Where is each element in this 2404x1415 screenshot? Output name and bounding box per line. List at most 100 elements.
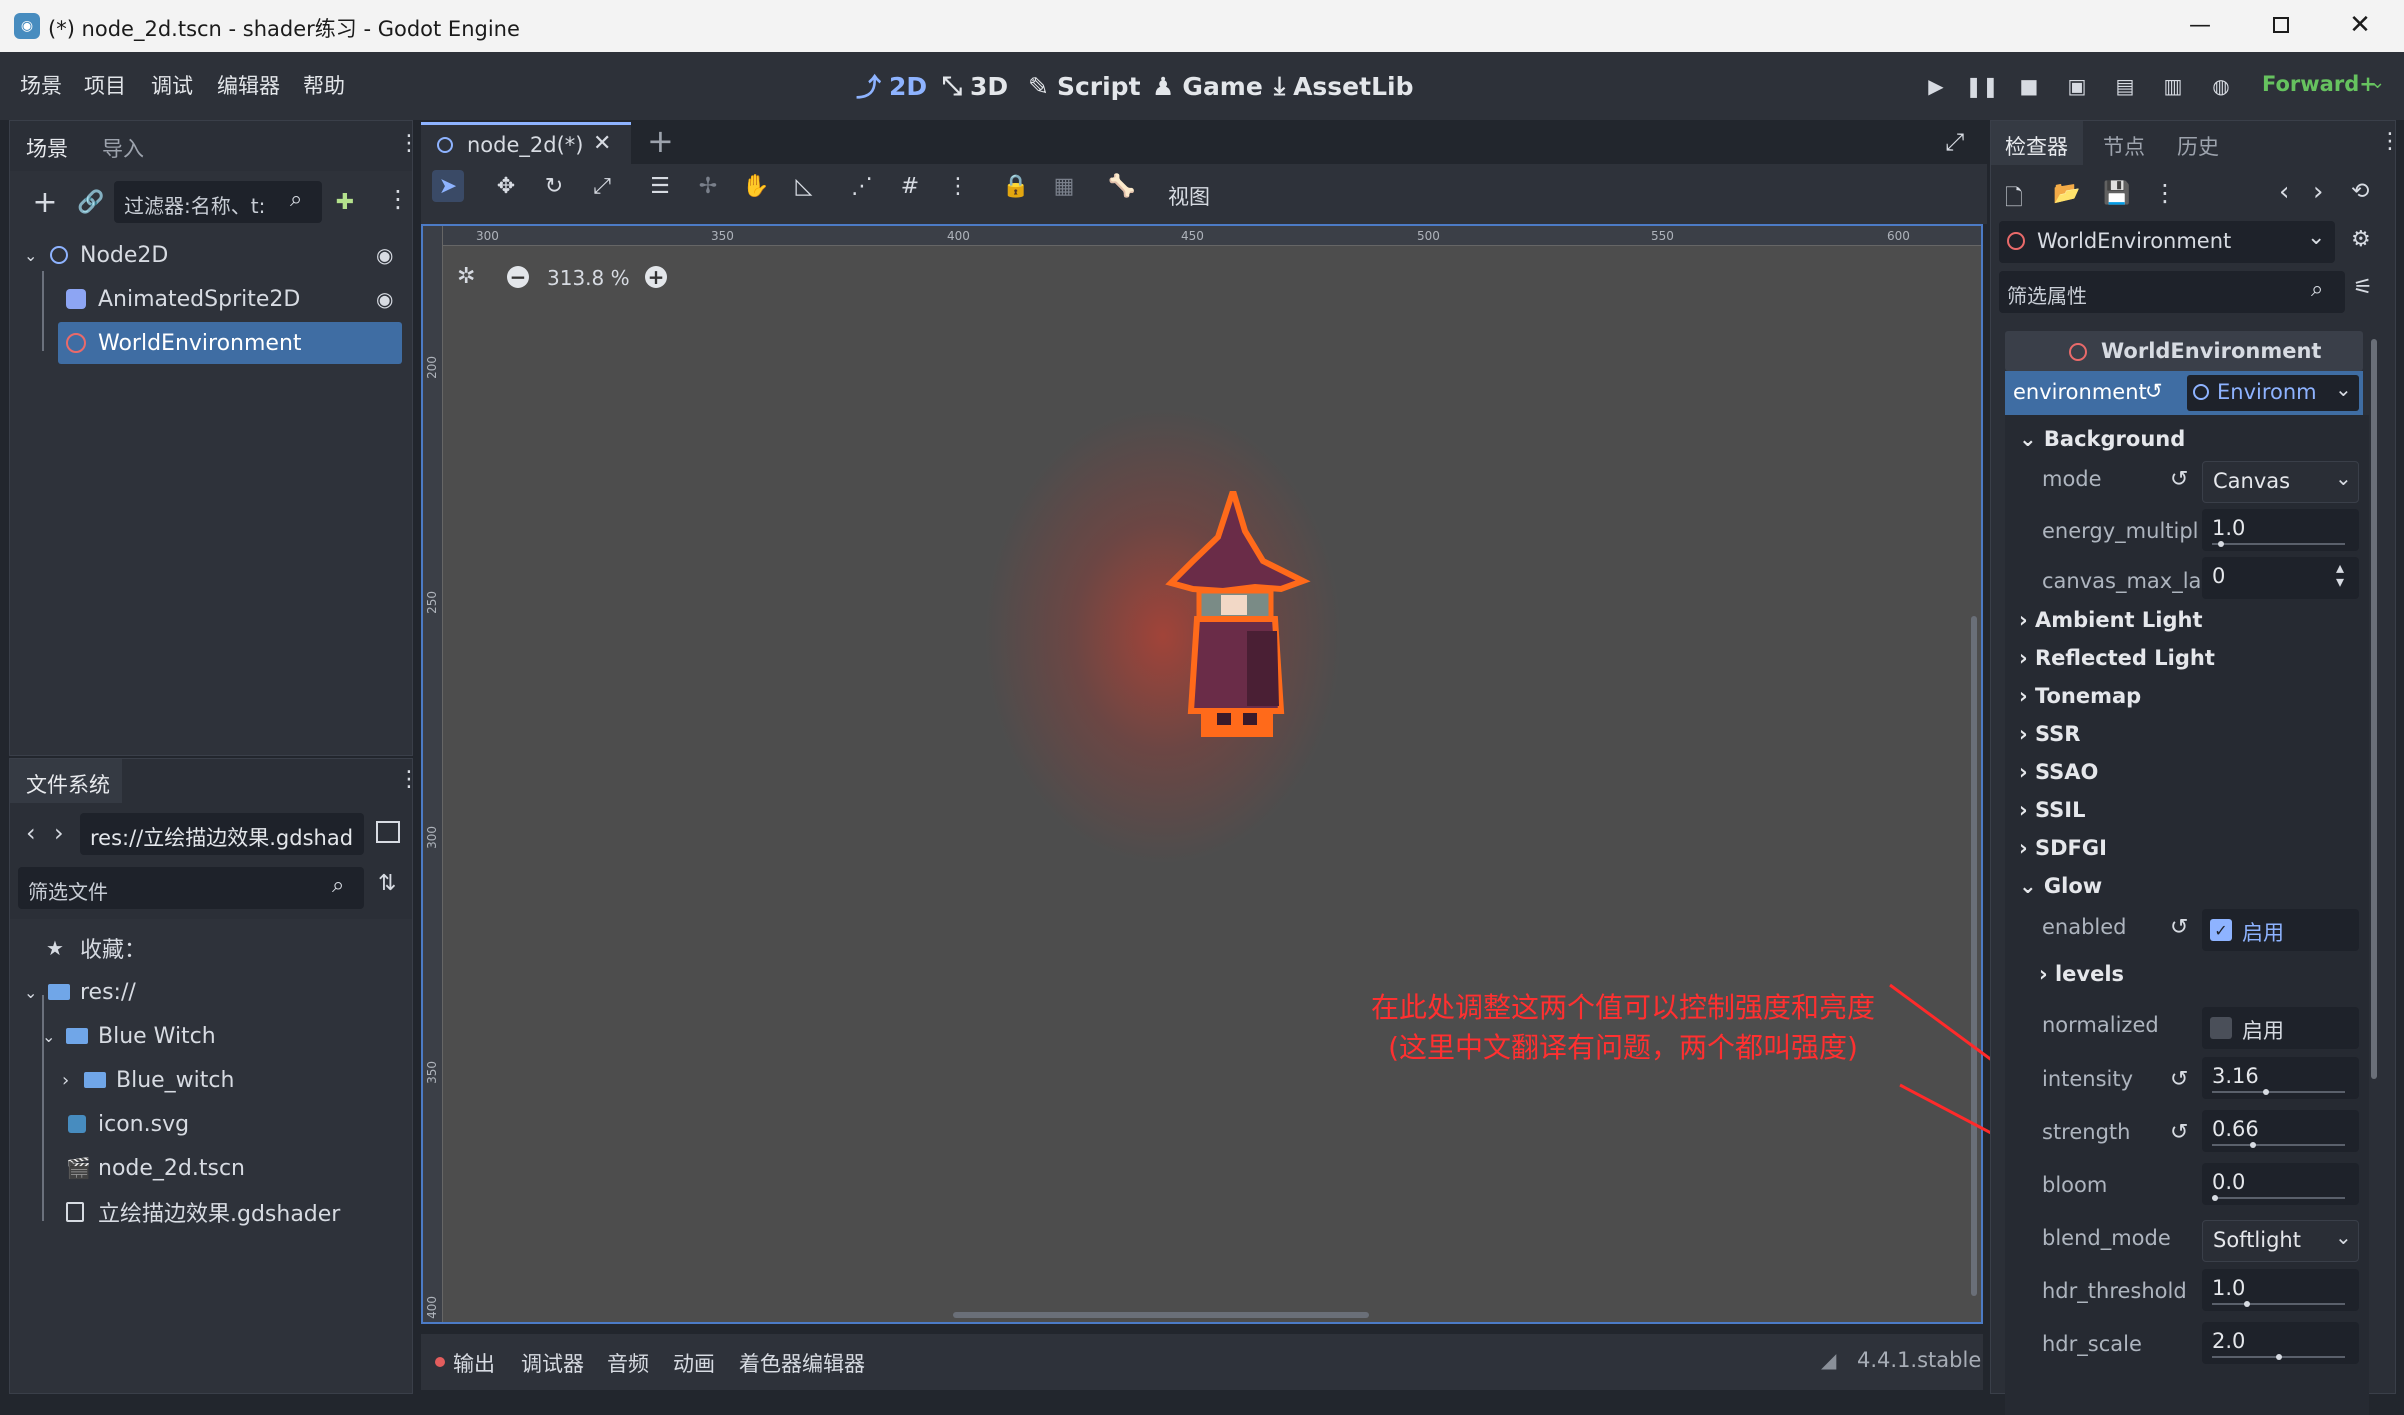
open-folder-icon[interactable]: 📂 bbox=[2053, 181, 2080, 206]
tab-history[interactable]: 历史 bbox=[2177, 131, 2219, 161]
split-view-icon[interactable] bbox=[376, 821, 400, 843]
remote-debug-icon[interactable]: ▣ bbox=[2061, 70, 2093, 102]
center-view-icon[interactable]: ✲ bbox=[457, 264, 475, 289]
workspace-assetlib-button[interactable]: ⤓ AssetLib bbox=[1274, 66, 1413, 106]
tab-debugger[interactable]: 调试器 bbox=[521, 1348, 584, 1378]
dock-menu-icon[interactable]: ⋮ bbox=[398, 131, 420, 156]
slider-handle[interactable] bbox=[2212, 1195, 2218, 1201]
checkbox-checked-icon[interactable]: ✓ bbox=[2210, 919, 2232, 941]
scene-menu-icon[interactable]: ⋮ bbox=[386, 185, 410, 213]
more-icon[interactable]: ⋮ bbox=[2153, 179, 2177, 207]
tab-animation[interactable]: 动画 bbox=[673, 1348, 715, 1378]
close-tab-icon[interactable]: ✕ bbox=[593, 131, 611, 156]
filter-settings-icon[interactable]: ⚟ bbox=[2353, 275, 2373, 300]
folder-blue-witch-row[interactable]: ⌄ Blue Witch bbox=[10, 1015, 410, 1057]
strength-slider-field[interactable]: 0.66 bbox=[2202, 1110, 2359, 1152]
select-tool-icon[interactable]: ➤ bbox=[432, 170, 464, 202]
file-filter-input[interactable]: 筛选文件 ⌕ bbox=[18, 867, 364, 909]
new-resource-icon[interactable]: 🗋 bbox=[2005, 181, 2023, 219]
intensity-slider-field[interactable]: 3.16 bbox=[2202, 1057, 2359, 1099]
workspace-script-button[interactable]: ✎ Script bbox=[1028, 66, 1141, 106]
bloom-slider-field[interactable]: 0.0 bbox=[2202, 1163, 2359, 1205]
play-icon[interactable]: ▶ bbox=[1920, 70, 1952, 102]
list-select-icon[interactable]: ☰ bbox=[644, 170, 676, 202]
rotate-tool-icon[interactable]: ↻ bbox=[538, 170, 570, 202]
menu-project[interactable]: 项目 bbox=[84, 70, 126, 100]
workspace-game-button[interactable]: ♟ Game bbox=[1152, 66, 1263, 106]
canvas-max-layer-spinbox[interactable]: 0 ▴ ▾ bbox=[2202, 557, 2359, 599]
zoom-level[interactable]: 313.8 % bbox=[547, 266, 630, 290]
file-gdshader-row[interactable]: 立绘描边效果.gdshader bbox=[10, 1191, 410, 1233]
zoom-in-icon[interactable]: + bbox=[645, 265, 667, 289]
workspace-2d-button[interactable]: ⤴ 2D bbox=[856, 66, 927, 106]
witch-sprite[interactable] bbox=[1163, 491, 1313, 751]
mode-select[interactable]: Canvas ⌄ bbox=[2202, 461, 2359, 503]
history-forward-icon[interactable]: › bbox=[2313, 177, 2323, 207]
smart-snap-icon[interactable]: ⋰ bbox=[846, 170, 878, 202]
tab-filesystem[interactable]: 文件系统 bbox=[26, 769, 110, 799]
stop-icon[interactable]: ■ bbox=[2013, 70, 2045, 102]
horizontal-scrollbar[interactable] bbox=[953, 1312, 1369, 1318]
play-custom-icon[interactable]: ▥ bbox=[2157, 70, 2189, 102]
environment-resource-field[interactable]: Environm ⌄ bbox=[2187, 375, 2359, 411]
reset-icon[interactable]: ↺ bbox=[2170, 1067, 2188, 1092]
property-filter-input[interactable]: 筛选属性 ⌕ bbox=[1999, 271, 2345, 313]
tab-inspector[interactable]: 检查器 bbox=[2005, 131, 2068, 161]
minimize-icon[interactable]: — bbox=[2185, 10, 2215, 40]
menu-help[interactable]: 帮助 bbox=[303, 70, 345, 100]
section-glow[interactable]: ⌄ Glow bbox=[2019, 874, 2102, 898]
group-icon[interactable]: ▦ bbox=[1048, 170, 1080, 202]
ruler-tool-icon[interactable]: ◺ bbox=[788, 170, 820, 202]
scene-tab[interactable]: node_2d(*) ✕ bbox=[421, 122, 631, 164]
checkbox-unchecked-icon[interactable] bbox=[2210, 1017, 2232, 1039]
favorites-row[interactable]: ★ 收藏： bbox=[10, 927, 410, 969]
file-node2d-tscn-row[interactable]: 🎬 node_2d.tscn bbox=[10, 1147, 410, 1189]
dock-menu-icon[interactable]: ⋮ bbox=[2379, 129, 2401, 154]
menu-scene[interactable]: 场景 bbox=[20, 70, 62, 100]
path-input[interactable]: res://立绘描边效果.gdshad bbox=[80, 813, 364, 855]
scale-tool-icon[interactable]: ⤢ bbox=[586, 170, 618, 202]
slider-handle[interactable] bbox=[2275, 1354, 2282, 1360]
history-back-icon[interactable]: ‹ bbox=[2279, 177, 2289, 207]
visibility-eye-icon[interactable]: ◉ bbox=[376, 243, 393, 267]
close-icon[interactable]: ✕ bbox=[2345, 10, 2375, 40]
distraction-free-icon[interactable]: ⤢ bbox=[1945, 128, 1964, 156]
energy-slider-field[interactable]: 1.0 bbox=[2202, 509, 2359, 551]
slider-handle[interactable] bbox=[2250, 1142, 2257, 1148]
back-arrow-icon[interactable]: ‹ bbox=[26, 819, 36, 847]
section-sdfgi[interactable]: › SDFGI bbox=[2019, 836, 2107, 860]
viewport-2d[interactable]: 300 350 400 450 500 550 600 200 250 300 … bbox=[421, 224, 1983, 1324]
collapse-arrow-icon[interactable]: ⌄ bbox=[24, 246, 37, 265]
section-ambient-light[interactable]: › Ambient Light bbox=[2019, 608, 2202, 632]
add-tab-icon[interactable]: + bbox=[647, 122, 674, 160]
normalized-checkbox[interactable]: 启用 bbox=[2202, 1007, 2359, 1049]
scene-filter-input[interactable]: 过滤器:名称、t: ⌕ bbox=[114, 181, 322, 223]
pivot-tool-icon[interactable]: ✢ bbox=[692, 170, 724, 202]
slider-handle[interactable] bbox=[2262, 1089, 2269, 1095]
pause-icon[interactable]: ❚❚ bbox=[1965, 70, 1999, 102]
move-tool-icon[interactable]: ✥ bbox=[490, 170, 522, 202]
tab-import[interactable]: 导入 bbox=[102, 133, 144, 163]
tab-shader-editor[interactable]: 着色器编辑器 bbox=[739, 1348, 865, 1378]
inspector-scrollbar[interactable] bbox=[2371, 339, 2377, 1079]
play-scene-icon[interactable]: ▤ bbox=[2109, 70, 2141, 102]
folder-blue-witch-sub-row[interactable]: › Blue_witch bbox=[10, 1059, 410, 1101]
tree-item-worldenvironment[interactable]: WorldEnvironment bbox=[58, 322, 402, 364]
snap-options-icon[interactable]: ⋮ bbox=[942, 170, 974, 202]
link-icon[interactable]: 🔗 bbox=[74, 185, 108, 219]
menu-debug[interactable]: 调试 bbox=[151, 70, 193, 100]
view-menu[interactable]: 视图 bbox=[1168, 181, 1210, 211]
grid-snap-icon[interactable]: # bbox=[894, 170, 926, 202]
object-history-icon[interactable]: ⟲ bbox=[2351, 179, 2369, 204]
maximize-icon[interactable] bbox=[2266, 10, 2296, 40]
file-icon-svg-row[interactable]: icon.svg bbox=[10, 1103, 410, 1145]
tree-item-animatedsprite2d[interactable]: AnimatedSprite2D ◉ bbox=[10, 278, 410, 320]
reset-icon[interactable]: ↺ bbox=[2145, 379, 2163, 403]
hdr-scale-slider-field[interactable]: 2.0 bbox=[2202, 1322, 2359, 1364]
section-levels[interactable]: › levels bbox=[2039, 962, 2124, 986]
vertical-scrollbar[interactable] bbox=[1971, 616, 1977, 1296]
environment-property[interactable]: environment ↺ Environm ⌄ bbox=[2005, 371, 2363, 415]
expand-arrow-icon[interactable]: › bbox=[62, 1070, 69, 1091]
collapse-arrow-icon[interactable]: ⌄ bbox=[24, 983, 37, 1002]
slider-handle[interactable] bbox=[2218, 541, 2225, 547]
